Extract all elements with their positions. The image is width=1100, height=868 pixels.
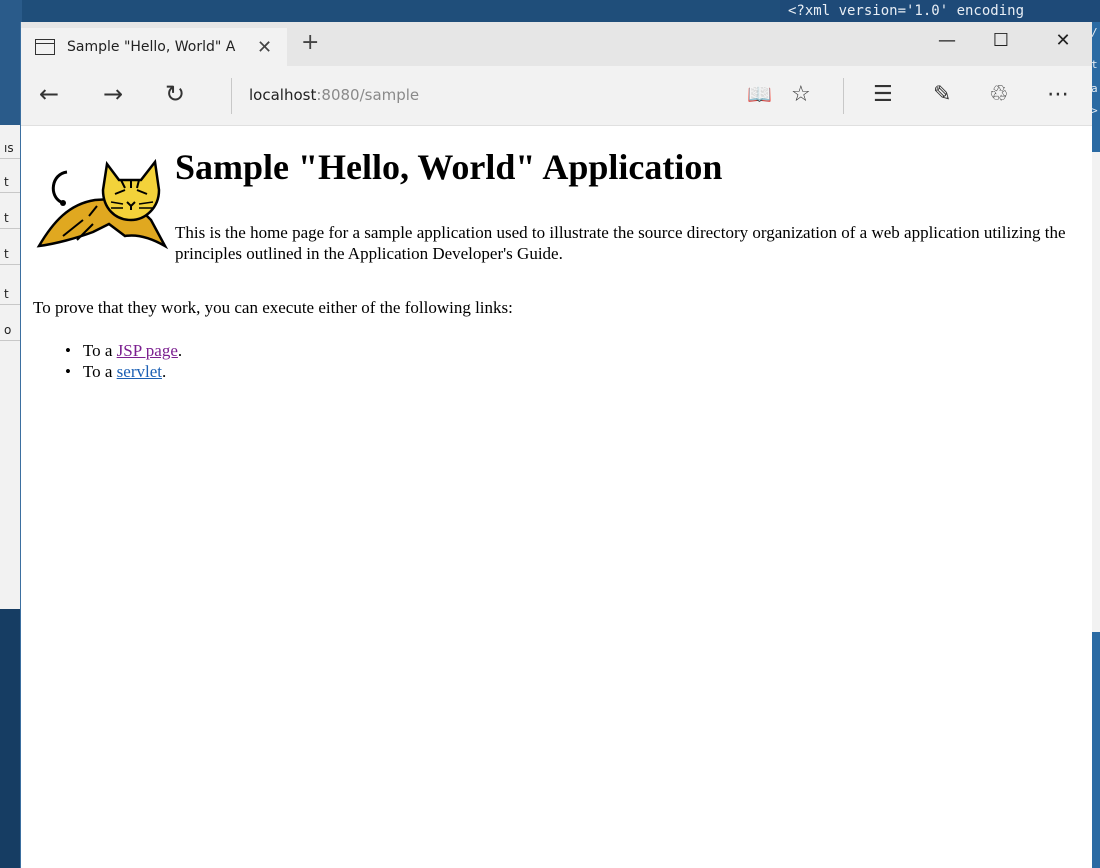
desktop-background-left-bottom xyxy=(0,609,22,868)
title-bar: Sample "Hello, World" A ✕ + — ☐ ✕ xyxy=(21,22,1092,66)
share-icon[interactable]: ♲ xyxy=(989,82,1009,107)
background-cell: o xyxy=(0,319,20,341)
link-suffix: . xyxy=(177,341,183,360)
address-path: :8080/sample xyxy=(316,86,420,104)
favorite-star-icon[interactable]: ☆ xyxy=(791,82,811,107)
link-prefix: To a xyxy=(82,362,117,381)
hub-icon[interactable]: ☰ xyxy=(873,82,893,107)
more-icon[interactable]: ⋯ xyxy=(1047,82,1069,107)
close-window-button[interactable]: ✕ xyxy=(1043,30,1083,51)
reading-view-icon[interactable]: 📖 xyxy=(747,82,772,106)
link-suffix: . xyxy=(161,362,167,381)
background-window-left: ıs t t t t o xyxy=(0,125,22,609)
background-cell: t xyxy=(0,207,20,229)
background-cell: ıs xyxy=(0,137,20,159)
address-separator xyxy=(231,78,232,114)
web-note-icon[interactable]: ✎ xyxy=(933,82,951,107)
list-item: To a JSP page. xyxy=(65,340,182,361)
tab-close-icon[interactable]: ✕ xyxy=(257,37,272,58)
tab-page-icon xyxy=(35,39,55,55)
background-code-editor-text: <?xml version='1.0' encoding xyxy=(780,0,1100,22)
tomcat-logo xyxy=(36,158,169,250)
links-lead-text: To prove that they work, you can execute… xyxy=(33,298,513,317)
page-content: Sample "Hello, World" Application This i… xyxy=(21,126,1092,868)
navigation-bar: ← → ↻ localhost:8080/sample 📖 ☆ ☰ ✎ ♲ ⋯ xyxy=(21,66,1092,126)
links-list: To a JSP page. To a servlet. xyxy=(65,340,182,382)
intro-paragraph: This is the home page for a sample appli… xyxy=(175,223,1066,263)
background-cell: t xyxy=(0,171,20,193)
minimize-button[interactable]: — xyxy=(927,30,967,51)
maximize-button[interactable]: ☐ xyxy=(981,30,1021,51)
jsp-page-link[interactable]: JSP page xyxy=(117,341,178,360)
tab-title: Sample "Hello, World" A xyxy=(67,39,236,55)
address-host: localhost xyxy=(249,86,317,104)
page-title: Sample "Hello, World" Application xyxy=(175,147,723,187)
link-prefix: To a xyxy=(82,341,117,360)
back-button[interactable]: ← xyxy=(39,80,59,108)
servlet-link[interactable]: servlet xyxy=(117,362,162,381)
background-cell: t xyxy=(0,283,20,305)
background-cell: t xyxy=(0,243,20,265)
browser-window: Sample "Hello, World" A ✕ + — ☐ ✕ ← → ↻ … xyxy=(20,22,1092,868)
refresh-button[interactable]: ↻ xyxy=(165,80,185,108)
list-item: To a servlet. xyxy=(65,361,182,382)
address-bar[interactable]: localhost:8080/sample xyxy=(249,86,419,104)
browser-tab[interactable]: Sample "Hello, World" A ✕ xyxy=(21,28,287,66)
new-tab-button[interactable]: + xyxy=(301,30,319,55)
forward-button[interactable]: → xyxy=(103,80,123,108)
toolbar-separator xyxy=(843,78,844,114)
